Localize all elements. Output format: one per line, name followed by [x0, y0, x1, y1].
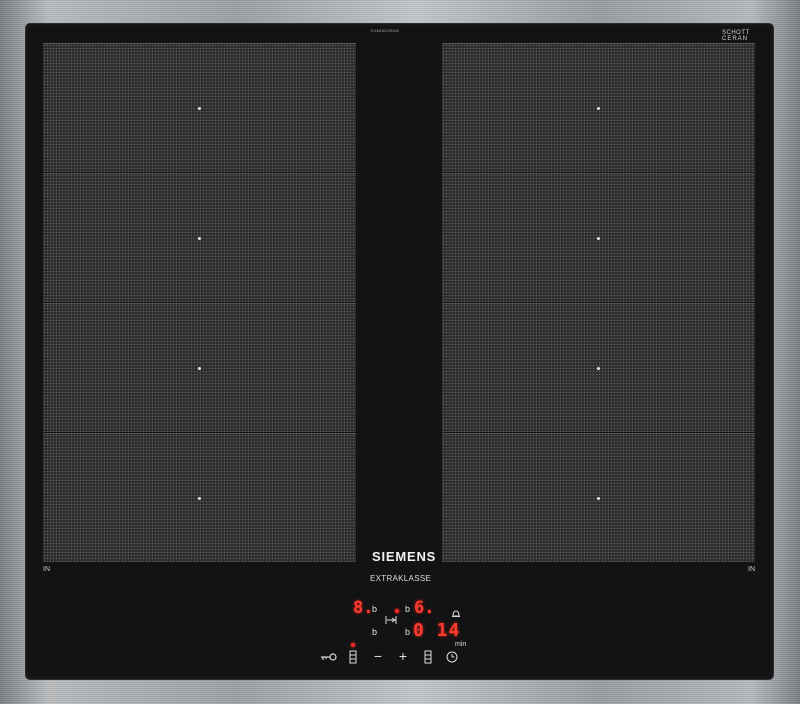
zone-center-marker	[198, 497, 201, 500]
cooking-zone-left-1[interactable]	[43, 43, 356, 172]
timer-unit: min	[455, 641, 467, 648]
row2-right-label: b	[405, 627, 411, 637]
zone-center-marker	[198, 237, 201, 240]
cooking-zone-left-4[interactable]	[43, 433, 356, 562]
cooking-zone-right-3[interactable]	[442, 303, 755, 432]
brand-logo: SIEMENS	[372, 549, 437, 564]
cooking-zone-right-1[interactable]	[442, 43, 755, 172]
row2-left-label: b	[372, 627, 378, 637]
minus-button[interactable]: −	[371, 649, 385, 663]
cooking-zone-right-4[interactable]	[442, 433, 755, 562]
zone-center-marker	[597, 497, 600, 500]
key-lock-icon[interactable]	[320, 652, 338, 662]
bell-icon[interactable]	[451, 609, 461, 619]
clock-icon[interactable]	[446, 651, 458, 663]
right-zone-label: b	[405, 604, 411, 614]
plus-button[interactable]: +	[396, 649, 410, 663]
hob-top: EX645CXB1M SCHOTT CERAN SCHOTT CERAN IN …	[0, 0, 800, 704]
zone-center-marker	[597, 107, 600, 110]
model-code: EX645CXB1M	[371, 28, 399, 33]
series-label: EXTRAKLASSE	[370, 574, 432, 583]
cooking-zone-left-2[interactable]	[43, 173, 356, 302]
link-indicator-dot	[395, 609, 399, 613]
zone-center-marker	[597, 237, 600, 240]
right-zone-select-icon[interactable]	[424, 650, 432, 664]
zone-center-marker	[198, 367, 201, 370]
cooking-zone-right-2[interactable]	[442, 173, 755, 302]
zone-center-marker	[198, 107, 201, 110]
right-zone-power-display: 6.	[414, 598, 435, 618]
left-zone-power-display: 8.	[353, 598, 374, 618]
timer-display: 0 14	[413, 620, 461, 641]
induction-label-left: IN	[43, 566, 50, 573]
cooking-zone-left-3[interactable]	[43, 303, 356, 432]
left-zone-select-icon[interactable]	[349, 650, 357, 664]
zone-center-marker	[597, 367, 600, 370]
induction-label-right: IN	[748, 566, 755, 573]
left-zone-select-indicator	[351, 643, 355, 647]
left-zone-label: b	[372, 604, 378, 614]
bridge-link-icon[interactable]	[385, 615, 397, 625]
